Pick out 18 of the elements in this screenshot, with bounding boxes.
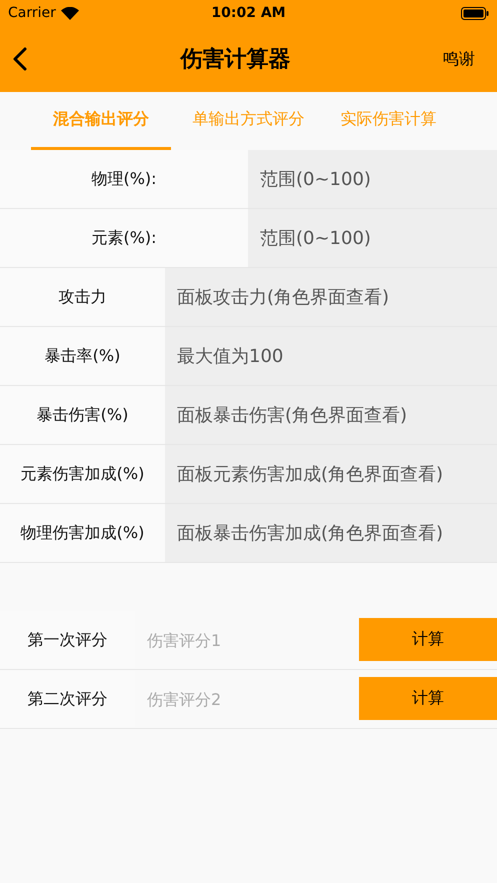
input-field[interactable]: 面板攻击力(角色界面查看) bbox=[165, 268, 497, 326]
page-title: 伤害计算器 bbox=[180, 46, 290, 74]
calculate-button[interactable]: 计算 bbox=[359, 618, 497, 661]
credits-link[interactable]: 鸣谢 bbox=[443, 48, 483, 70]
carrier-name: Carrier bbox=[8, 5, 56, 21]
battery-icon bbox=[461, 6, 489, 20]
input-field[interactable]: 最大值为100 bbox=[165, 327, 497, 385]
calculate-button[interactable]: 计算 bbox=[359, 677, 497, 720]
input-field[interactable]: 伤害评分1 bbox=[135, 611, 359, 669]
input-field[interactable]: 面板暴击伤害加成(角色界面查看) bbox=[165, 504, 497, 562]
input-field[interactable]: 面板暴击伤害(角色界面查看) bbox=[165, 386, 497, 444]
input-field[interactable]: 范围(0~100) bbox=[248, 209, 497, 267]
input-field[interactable]: 伤害评分2 bbox=[135, 670, 359, 728]
input-field[interactable]: 面板元素伤害加成(角色界面查看) bbox=[165, 445, 497, 503]
clock-time: 10:02 AM bbox=[211, 5, 286, 21]
wifi-icon bbox=[60, 6, 79, 20]
back-icon[interactable] bbox=[12, 47, 28, 71]
input-field[interactable]: 范围(0~100) bbox=[248, 150, 497, 208]
